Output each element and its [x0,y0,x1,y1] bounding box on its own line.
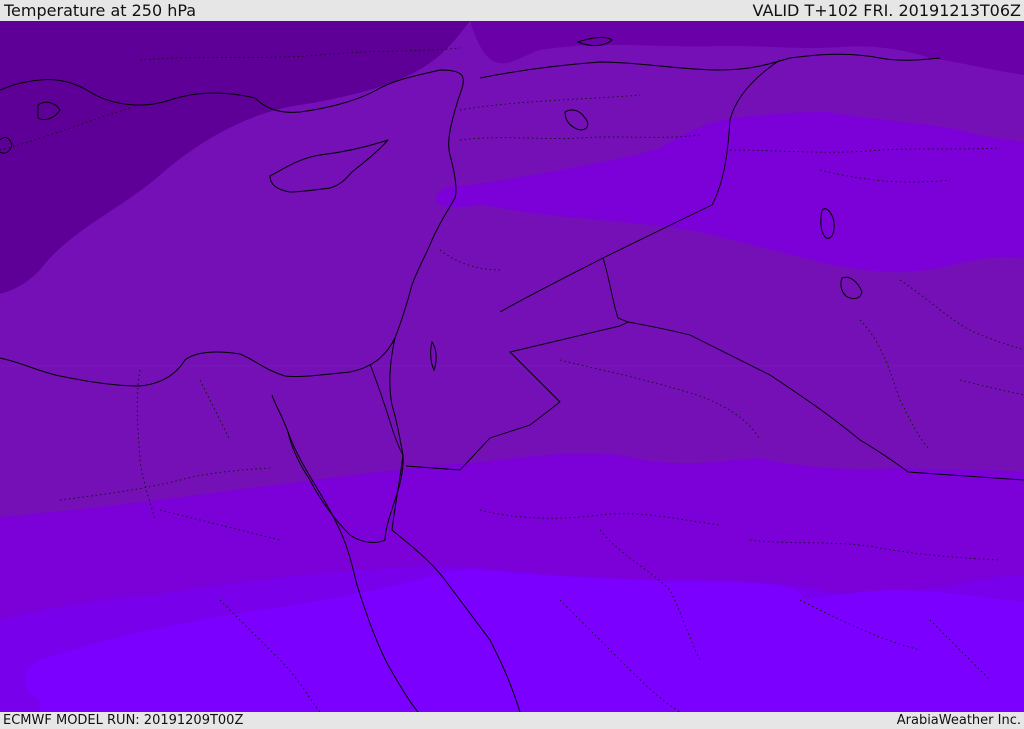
header-bar: Temperature at 250 hPa VALID T+102 FRI. … [0,0,1024,21]
credit: ArabiaWeather Inc. [896,713,1021,728]
footer-bar: ECMWF MODEL RUN: 20191209T00Z ArabiaWeat… [0,712,1024,729]
model-run: ECMWF MODEL RUN: 20191209T00Z [3,713,244,728]
valid-time: VALID T+102 FRI. 20191213T06Z [752,1,1021,20]
temperature-map[interactable] [0,21,1024,712]
map-canvas [0,21,1024,712]
map-title: Temperature at 250 hPa [4,1,197,20]
